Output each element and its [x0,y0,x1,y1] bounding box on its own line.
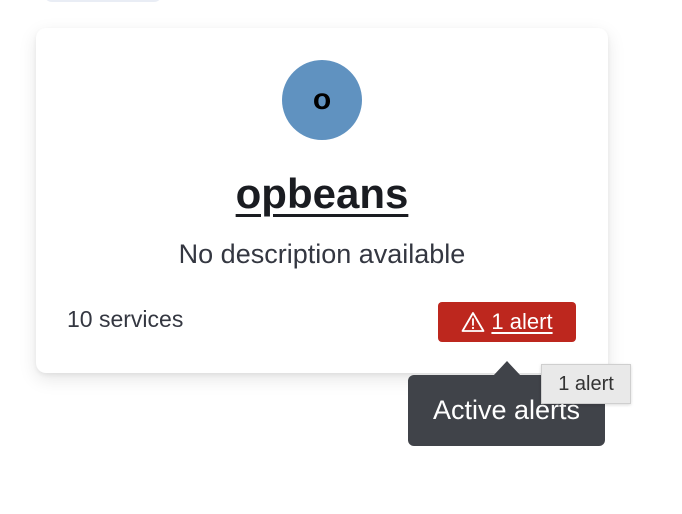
card-description: No description available [178,239,466,269]
tooltip-arrow [493,361,521,376]
alert-badge-label: 1 alert [491,309,553,334]
top-pill-decoration [44,0,162,2]
warning-triangle-icon [461,311,485,333]
alert-badge-button[interactable]: 1 alert [438,302,576,342]
services-count: 10 services [67,306,184,332]
native-title-tooltip: 1 alert [541,364,631,404]
avatar: o [282,60,362,140]
card-title-link[interactable]: opbeans [36,170,608,218]
service-group-card[interactable]: o opbeans No description available 10 se… [36,28,608,373]
